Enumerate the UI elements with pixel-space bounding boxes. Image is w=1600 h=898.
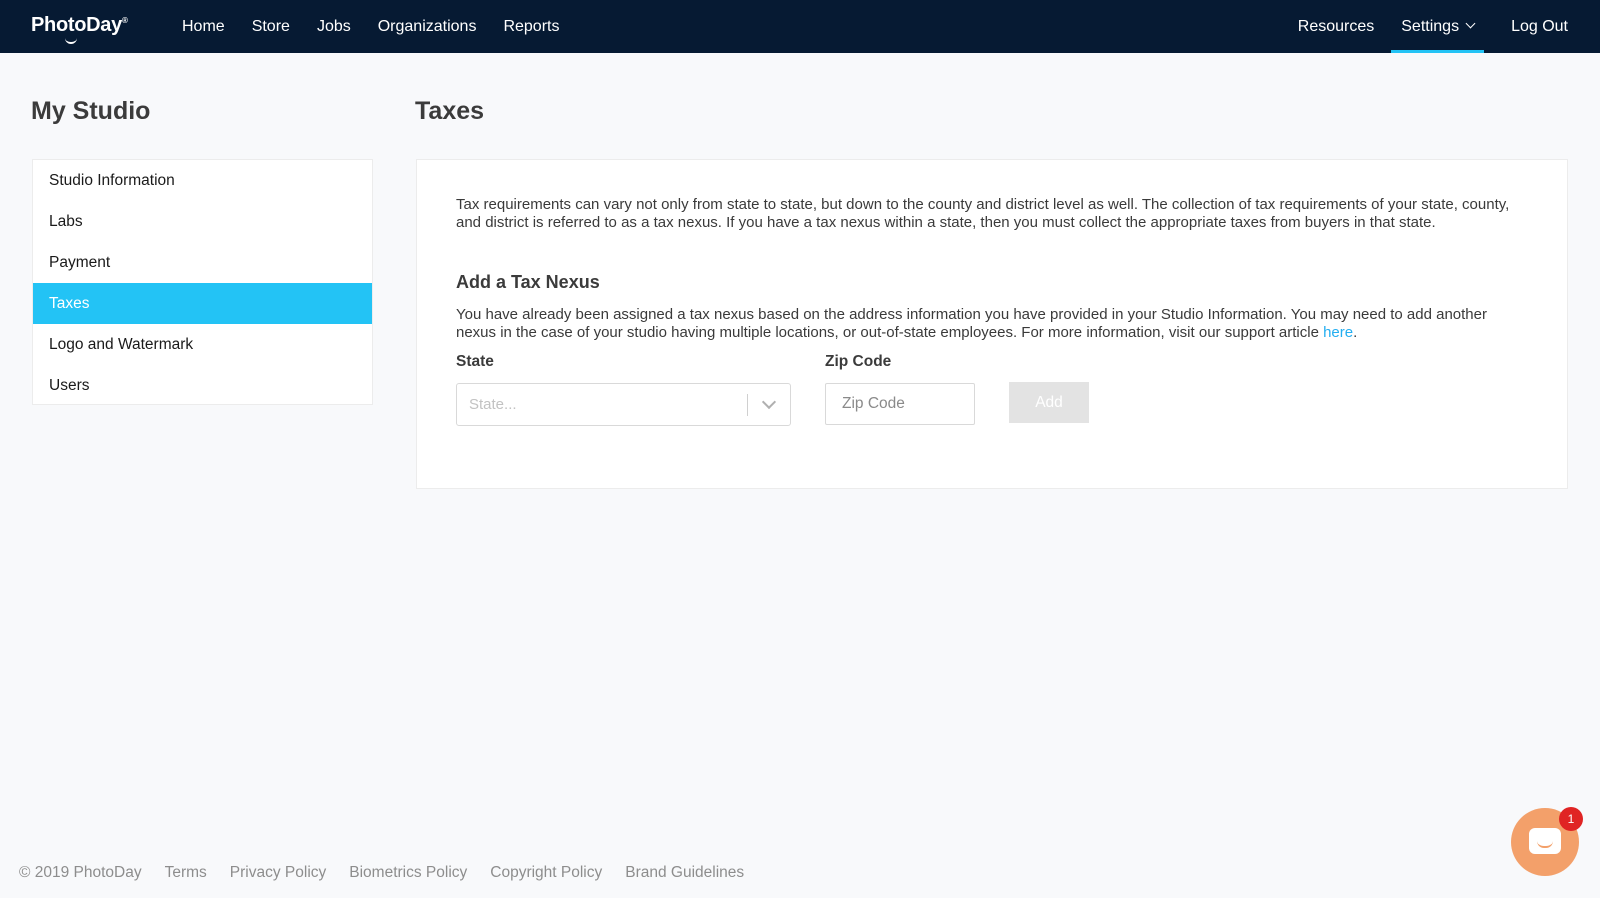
photoday-logo[interactable]: PhotoDay® xyxy=(31,14,128,44)
logo-text: PhotoDay xyxy=(31,14,122,36)
nav-settings-label: Settings xyxy=(1401,18,1460,35)
nav-home[interactable]: Home xyxy=(182,0,225,53)
nav-reports[interactable]: Reports xyxy=(503,0,559,53)
sidebar-item-studio-information[interactable]: Studio Information xyxy=(33,160,372,201)
zip-code-input[interactable] xyxy=(825,383,975,425)
secondary-nav: Resources Settings Log Out xyxy=(1271,0,1568,53)
nav-resources[interactable]: Resources xyxy=(1298,0,1374,53)
footer-copyright: © 2019 PhotoDay xyxy=(19,864,142,881)
select-divider xyxy=(747,394,748,416)
add-nexus-button[interactable]: Add xyxy=(1009,382,1089,423)
add-nexus-heading: Add a Tax Nexus xyxy=(456,272,600,292)
sidebar-item-logo-and-watermark[interactable]: Logo and Watermark xyxy=(33,324,372,365)
nav-logout[interactable]: Log Out xyxy=(1511,0,1568,53)
sidebar-item-payment[interactable]: Payment xyxy=(33,242,372,283)
sidebar-item-users[interactable]: Users xyxy=(33,365,372,406)
zip-code-label: Zip Code xyxy=(825,353,892,370)
sidebar-title: My Studio xyxy=(31,97,151,125)
nav-store[interactable]: Store xyxy=(252,0,290,53)
footer-link-brand-guidelines[interactable]: Brand Guidelines xyxy=(625,864,744,882)
logo-smile-icon xyxy=(65,37,77,44)
nav-organizations[interactable]: Organizations xyxy=(378,0,477,53)
nexus-description: You have already been assigned a tax nex… xyxy=(456,306,1526,342)
support-article-link[interactable]: here xyxy=(1323,324,1353,341)
top-navbar: PhotoDay® Home Store Jobs Organizations … xyxy=(0,0,1600,53)
chat-icon xyxy=(1529,828,1561,854)
footer-link-copyright-policy[interactable]: Copyright Policy xyxy=(490,864,602,882)
footer-link-terms[interactable]: Terms xyxy=(165,864,207,882)
footer: © 2019 PhotoDay Terms Privacy Policy Bio… xyxy=(19,864,767,882)
chevron-down-icon xyxy=(761,394,777,410)
nav-jobs[interactable]: Jobs xyxy=(317,0,351,53)
main-nav: Home Store Jobs Organizations Reports xyxy=(182,0,586,53)
footer-link-biometrics-policy[interactable]: Biometrics Policy xyxy=(349,864,467,882)
nav-settings-dropdown[interactable]: Settings xyxy=(1391,0,1485,53)
tax-intro-text: Tax requirements can vary not only from … xyxy=(456,196,1510,231)
chevron-down-icon xyxy=(1465,18,1476,29)
sidebar-item-labs[interactable]: Labs xyxy=(33,201,372,242)
chat-notification-badge: 1 xyxy=(1559,807,1583,831)
registered-mark: ® xyxy=(121,16,128,25)
nexus-description-end: . xyxy=(1353,324,1358,341)
taxes-card: Tax requirements can vary not only from … xyxy=(416,159,1568,489)
active-tab-indicator xyxy=(1391,50,1485,53)
footer-link-privacy-policy[interactable]: Privacy Policy xyxy=(230,864,326,882)
sidebar-item-taxes[interactable]: Taxes xyxy=(33,283,372,324)
state-label: State xyxy=(456,353,494,370)
state-select-placeholder: State... xyxy=(469,396,517,413)
studio-sidebar: Studio Information Labs Payment Taxes Lo… xyxy=(32,159,373,405)
page-title: Taxes xyxy=(415,97,485,125)
state-select[interactable]: State... xyxy=(456,383,791,426)
